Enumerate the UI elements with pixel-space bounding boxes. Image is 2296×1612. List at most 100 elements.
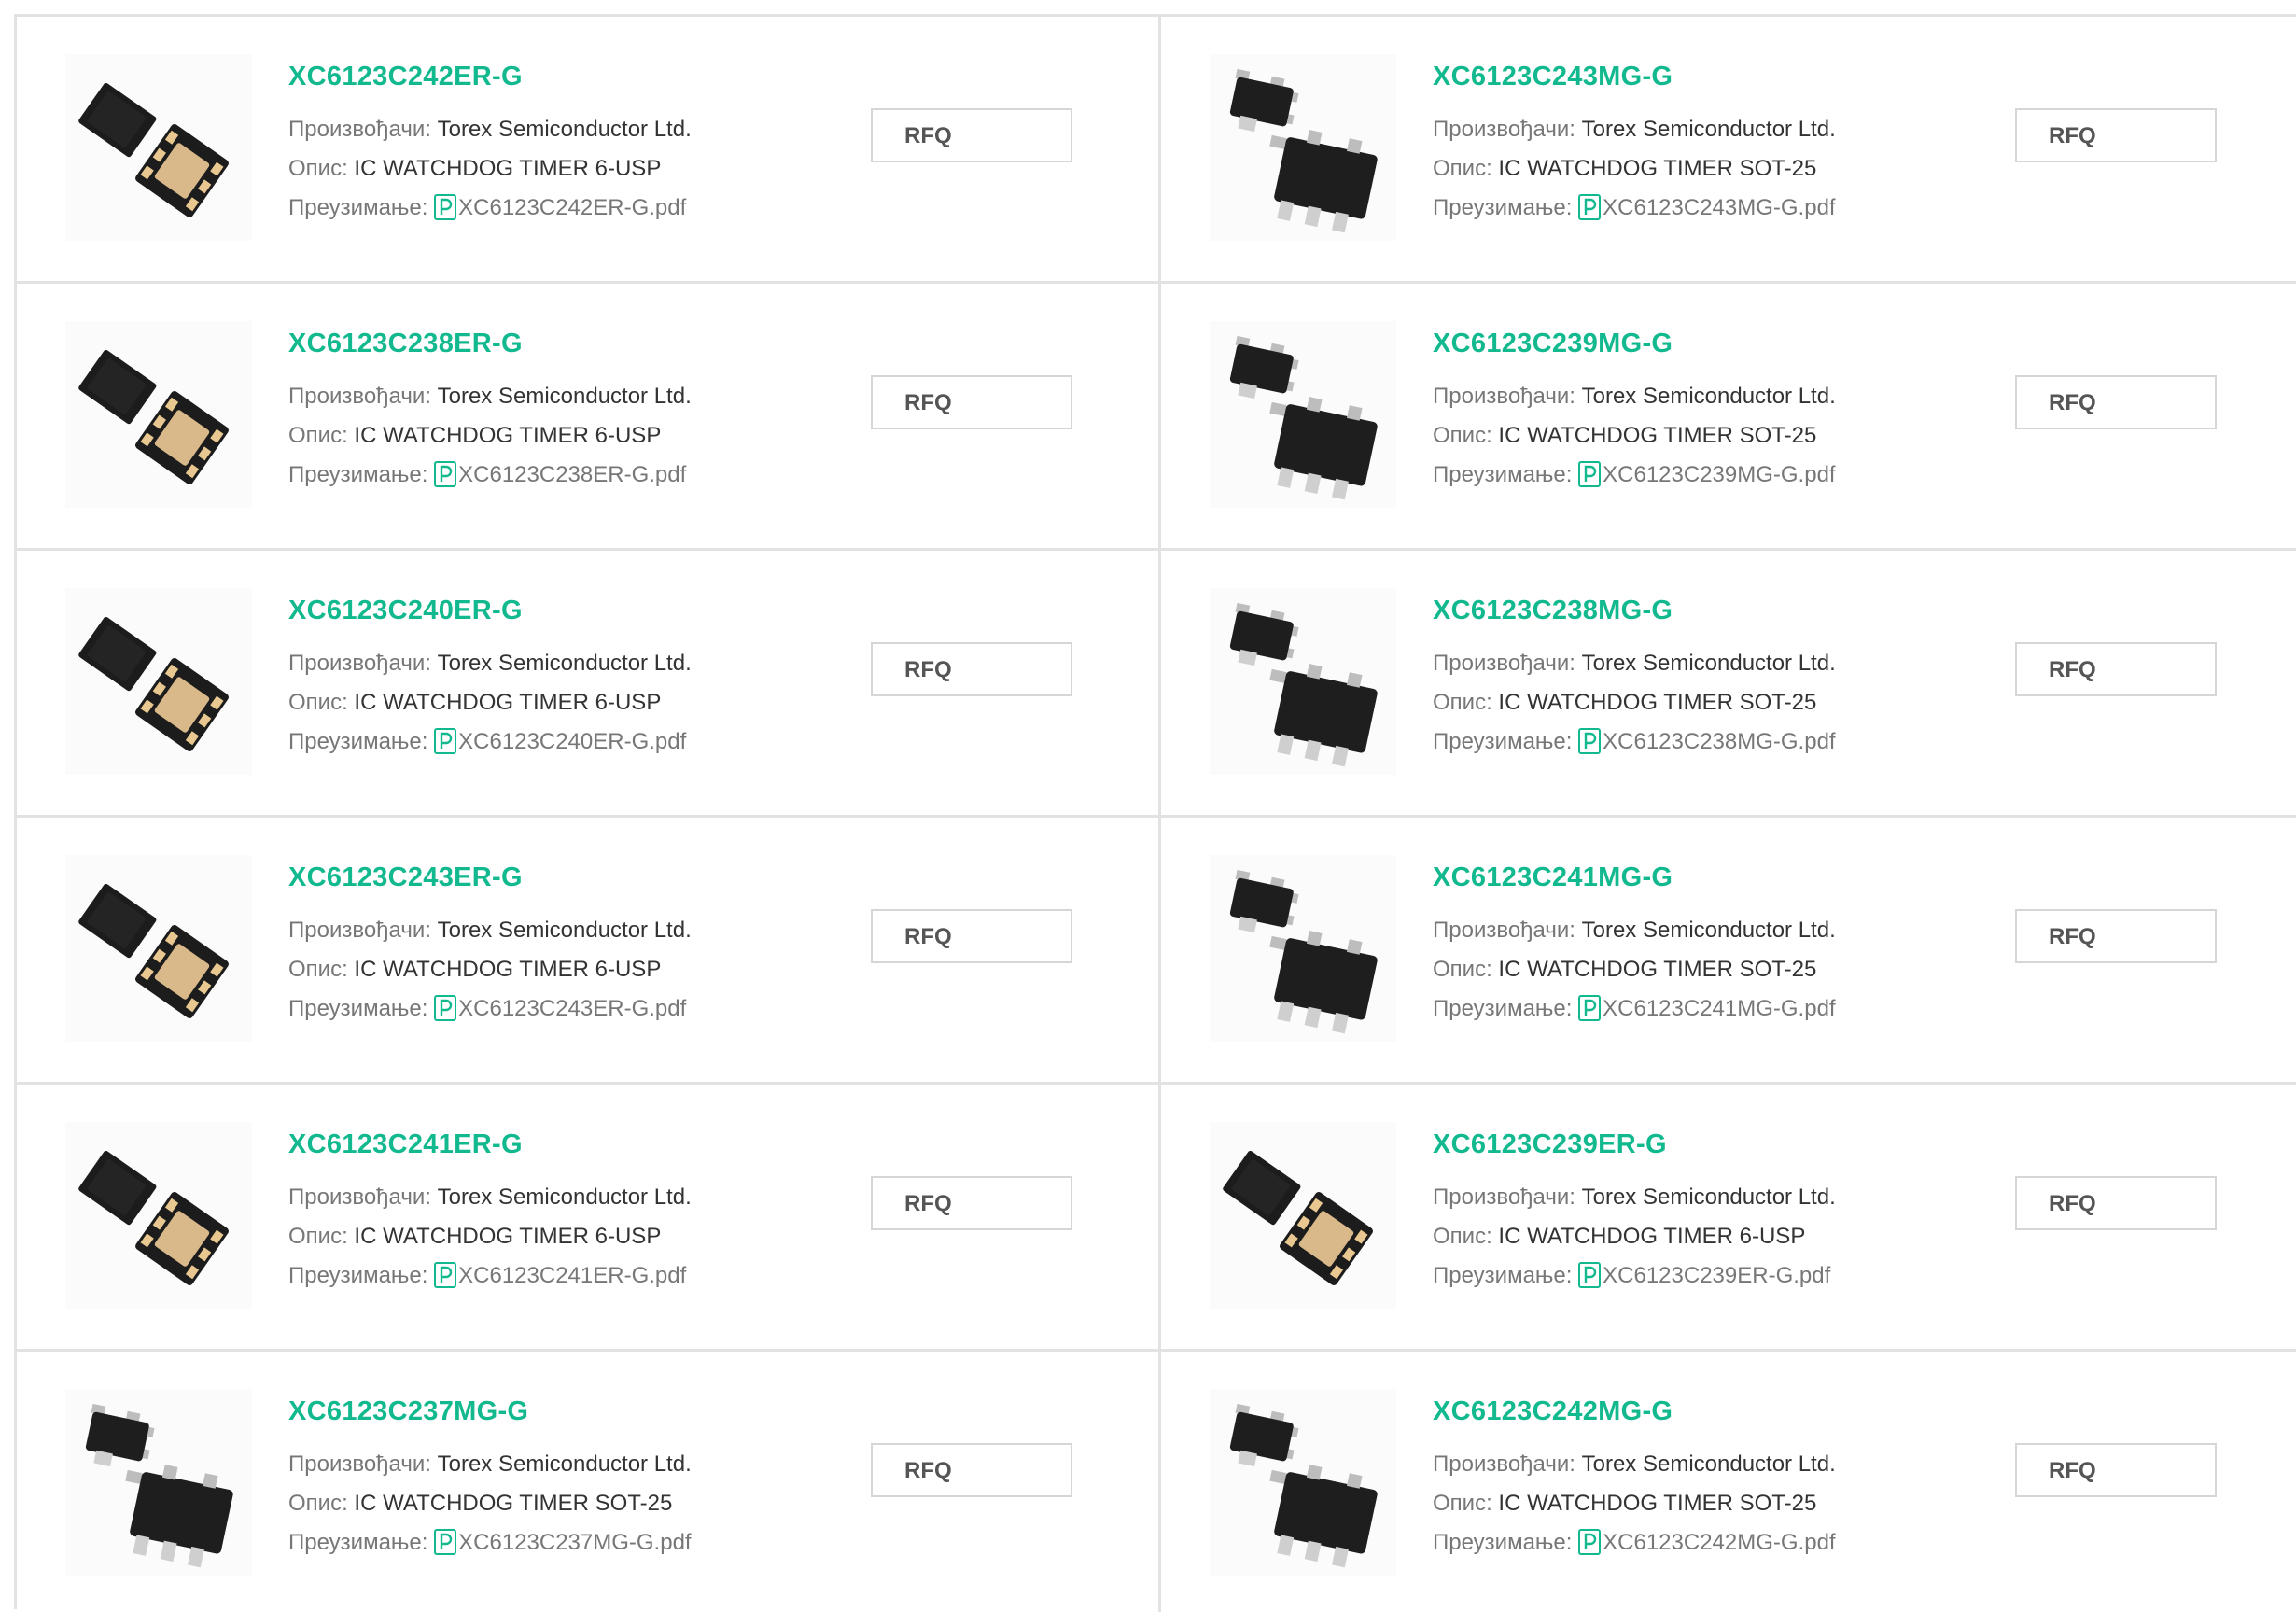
rfq-button[interactable]: RFQ	[871, 375, 1072, 429]
usp-chip-image[interactable]	[65, 54, 252, 241]
rfq-button[interactable]: RFQ	[871, 108, 1072, 162]
usp-chip-image[interactable]	[65, 1122, 252, 1309]
product-title-link[interactable]: XC6123C238ER-G	[288, 329, 692, 366]
manufacturer-label: Произвођачи:	[1433, 384, 1575, 409]
rfq-button[interactable]: RFQ	[2015, 108, 2217, 162]
rfq-button[interactable]: RFQ	[2015, 909, 2217, 963]
datasheet-link[interactable]: XC6123C238MG-G.pdf	[1578, 728, 1836, 754]
sot-chip-image[interactable]	[1210, 54, 1396, 241]
product-title-link[interactable]: XC6123C242MG-G	[1433, 1396, 1836, 1434]
datasheet-filename[interactable]: XC6123C242ER-G.pdf	[458, 195, 686, 220]
description-label: Опис:	[288, 1491, 348, 1516]
sot-chip-image[interactable]	[65, 1389, 252, 1576]
manufacturer-value: Torex Semiconductor Ltd.	[1581, 117, 1836, 142]
product-info: XC6123C243MG-G Произвођачи: Torex Semico…	[1433, 62, 1836, 228]
pdf-icon	[1578, 1529, 1602, 1555]
description-row: Опис: IC WATCHDOG TIMER SOT-25	[1433, 950, 1836, 989]
product-card: XC6123C241MG-G Произвођачи: Torex Semico…	[1161, 818, 2296, 1085]
datasheet-filename[interactable]: XC6123C243MG-G.pdf	[1603, 195, 1835, 220]
datasheet-link[interactable]: XC6123C239ER-G.pdf	[1578, 1262, 1830, 1288]
datasheet-filename[interactable]: XC6123C239ER-G.pdf	[1603, 1263, 1830, 1288]
description-value: IC WATCHDOG TIMER 6-USP	[354, 690, 662, 715]
download-row: Преузимање: XC6123C241ER-G.pdf	[288, 1256, 692, 1296]
pdf-icon	[1578, 461, 1602, 487]
datasheet-link[interactable]: XC6123C237MG-G.pdf	[434, 1529, 692, 1555]
datasheet-link[interactable]: XC6123C238ER-G.pdf	[434, 461, 686, 487]
usp-chip-image[interactable]	[1210, 1122, 1396, 1309]
datasheet-link[interactable]: XC6123C242MG-G.pdf	[1578, 1529, 1836, 1555]
sot-chip-image[interactable]	[1210, 855, 1396, 1042]
description-label: Опис:	[1433, 1224, 1492, 1249]
product-info: XC6123C242ER-G Произвођачи: Torex Semico…	[288, 62, 692, 228]
product-title-link[interactable]: XC6123C241MG-G	[1433, 862, 1836, 900]
manufacturer-label: Произвођачи:	[288, 384, 431, 409]
datasheet-filename[interactable]: XC6123C238ER-G.pdf	[458, 462, 686, 487]
usp-chip-image[interactable]	[65, 321, 252, 508]
description-value: IC WATCHDOG TIMER SOT-25	[354, 1491, 673, 1516]
datasheet-filename[interactable]: XC6123C239MG-G.pdf	[1603, 462, 1835, 487]
download-row: Преузимање: XC6123C243MG-G.pdf	[1433, 189, 1836, 228]
rfq-button[interactable]: RFQ	[2015, 375, 2217, 429]
manufacturer-value: Torex Semiconductor Ltd.	[1581, 384, 1836, 409]
product-title-link[interactable]: XC6123C239MG-G	[1433, 329, 1836, 366]
rfq-button[interactable]: RFQ	[871, 1443, 1072, 1497]
manufacturer-label: Произвођачи:	[1433, 117, 1575, 142]
rfq-button[interactable]: RFQ	[871, 909, 1072, 963]
description-value: IC WATCHDOG TIMER 6-USP	[1498, 1224, 1806, 1249]
usp-chip-image[interactable]	[65, 588, 252, 775]
description-value: IC WATCHDOG TIMER SOT-25	[1498, 957, 1817, 982]
product-title-link[interactable]: XC6123C240ER-G	[288, 596, 692, 633]
product-title-link[interactable]: XC6123C239ER-G	[1433, 1129, 1836, 1167]
product-info: XC6123C238MG-G Произвођачи: Torex Semico…	[1433, 596, 1836, 762]
product-info: XC6123C242MG-G Произвођачи: Torex Semico…	[1433, 1396, 1836, 1563]
datasheet-link[interactable]: XC6123C243ER-G.pdf	[434, 995, 686, 1021]
rfq-button[interactable]: RFQ	[2015, 642, 2217, 696]
download-row: Преузимање: XC6123C242MG-G.pdf	[1433, 1523, 1836, 1563]
datasheet-link[interactable]: XC6123C243MG-G.pdf	[1578, 194, 1836, 220]
datasheet-link[interactable]: XC6123C242ER-G.pdf	[434, 194, 686, 220]
product-info: XC6123C241ER-G Произвођачи: Torex Semico…	[288, 1129, 692, 1296]
datasheet-filename[interactable]: XC6123C241ER-G.pdf	[458, 1263, 686, 1288]
datasheet-filename[interactable]: XC6123C243ER-G.pdf	[458, 996, 686, 1021]
datasheet-filename[interactable]: XC6123C237MG-G.pdf	[458, 1530, 691, 1555]
datasheet-filename[interactable]: XC6123C238MG-G.pdf	[1603, 729, 1835, 754]
product-info: XC6123C238ER-G Произвођачи: Torex Semico…	[288, 329, 692, 495]
datasheet-link[interactable]: XC6123C241MG-G.pdf	[1578, 995, 1836, 1021]
datasheet-filename[interactable]: XC6123C240ER-G.pdf	[458, 729, 686, 754]
datasheet-filename[interactable]: XC6123C242MG-G.pdf	[1603, 1530, 1835, 1555]
sot-chip-image[interactable]	[1210, 1389, 1396, 1576]
manufacturer-value: Torex Semiconductor Ltd.	[437, 117, 692, 142]
datasheet-filename[interactable]: XC6123C241MG-G.pdf	[1603, 996, 1835, 1021]
download-label: Преузимање:	[288, 996, 428, 1021]
product-card: XC6123C238ER-G Произвођачи: Torex Semico…	[17, 284, 1161, 551]
pdf-icon	[434, 728, 457, 754]
sot-chip-image[interactable]	[1210, 321, 1396, 508]
product-title-link[interactable]: XC6123C237MG-G	[288, 1396, 692, 1434]
product-title-link[interactable]: XC6123C238MG-G	[1433, 596, 1836, 633]
datasheet-link[interactable]: XC6123C240ER-G.pdf	[434, 728, 686, 754]
product-title-link[interactable]: XC6123C241ER-G	[288, 1129, 692, 1167]
sot-chip-image[interactable]	[1210, 588, 1396, 775]
product-title-link[interactable]: XC6123C242ER-G	[288, 62, 692, 99]
pdf-icon	[434, 995, 457, 1021]
manufacturer-label: Произвођачи:	[288, 918, 431, 943]
product-title-link[interactable]: XC6123C243MG-G	[1433, 62, 1836, 99]
manufacturer-label: Произвођачи:	[288, 1184, 431, 1210]
product-card: XC6123C242ER-G Произвођачи: Torex Semico…	[17, 17, 1161, 284]
rfq-button[interactable]: RFQ	[871, 642, 1072, 696]
manufacturer-row: Произвођачи: Torex Semiconductor Ltd.	[1433, 1445, 1836, 1484]
datasheet-link[interactable]: XC6123C239MG-G.pdf	[1578, 461, 1836, 487]
usp-chip-image[interactable]	[65, 855, 252, 1042]
manufacturer-row: Произвођачи: Torex Semiconductor Ltd.	[1433, 644, 1836, 683]
description-row: Опис: IC WATCHDOG TIMER SOT-25	[1433, 683, 1836, 722]
datasheet-link[interactable]: XC6123C241ER-G.pdf	[434, 1262, 686, 1288]
rfq-button[interactable]: RFQ	[2015, 1176, 2217, 1230]
rfq-button[interactable]: RFQ	[871, 1176, 1072, 1230]
rfq-button[interactable]: RFQ	[2015, 1443, 2217, 1497]
download-row: Преузимање: XC6123C238ER-G.pdf	[288, 456, 692, 495]
description-value: IC WATCHDOG TIMER SOT-25	[1498, 1491, 1817, 1516]
description-value: IC WATCHDOG TIMER 6-USP	[354, 957, 662, 982]
pdf-icon	[434, 1529, 457, 1555]
product-title-link[interactable]: XC6123C243ER-G	[288, 862, 692, 900]
download-label: Преузимање:	[288, 729, 428, 754]
